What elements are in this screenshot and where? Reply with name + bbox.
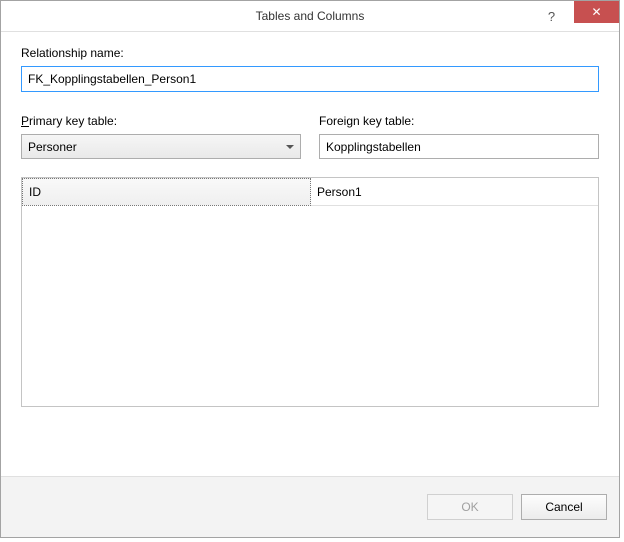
cancel-button[interactable]: Cancel [521, 494, 607, 520]
dialog-content: Relationship name: PPrimary key table:ri… [1, 32, 619, 476]
grid-cell-pk[interactable]: ID [22, 178, 311, 206]
ok-button: OK [427, 494, 513, 520]
foreign-key-table-value: Kopplingstabellen [326, 140, 421, 154]
grid-row[interactable]: ID Person1 [22, 178, 598, 206]
foreign-key-column: Foreign key table: Kopplingstabellen [319, 114, 599, 159]
relationship-name-input[interactable] [21, 66, 599, 92]
primary-key-table-label: PPrimary key table:rimary key table: [21, 114, 301, 128]
column-mapping-grid[interactable]: ID Person1 [21, 177, 599, 407]
grid-cell-fk[interactable]: Person1 [311, 178, 598, 206]
primary-key-table-value: Personer [28, 140, 77, 154]
window-title: Tables and Columns [1, 9, 619, 23]
primary-key-column: PPrimary key table:rimary key table: Per… [21, 114, 301, 159]
dialog-footer: OK Cancel [1, 476, 619, 537]
relationship-name-label: Relationship name: [21, 46, 599, 60]
foreign-key-table-label: Foreign key table: [319, 114, 599, 128]
chevron-down-icon [286, 145, 294, 149]
close-icon: ✕ [591, 5, 601, 19]
key-tables-row: PPrimary key table:rimary key table: Per… [21, 114, 599, 159]
foreign-key-table-field[interactable]: Kopplingstabellen [319, 134, 599, 159]
help-icon: ? [548, 9, 555, 24]
close-button[interactable]: ✕ [574, 1, 619, 23]
primary-key-table-select[interactable]: Personer [21, 134, 301, 159]
titlebar: Tables and Columns ? ✕ [1, 1, 619, 32]
titlebar-controls: ? ✕ [529, 1, 619, 31]
help-button[interactable]: ? [529, 1, 574, 31]
dialog-window: Tables and Columns ? ✕ Relationship name… [0, 0, 620, 538]
